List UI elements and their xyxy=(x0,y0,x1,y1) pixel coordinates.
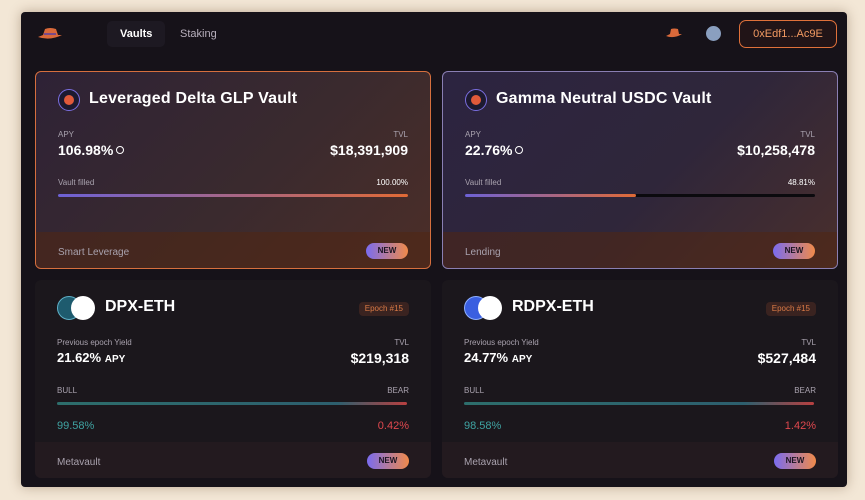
eth-token-icon xyxy=(71,296,95,320)
vault-filled-bar-fill xyxy=(58,194,408,197)
epoch-badge: Epoch #15 xyxy=(765,302,816,316)
usdc-vault-icon xyxy=(465,89,487,111)
yield-value-wrap: 21.62% APY xyxy=(57,350,125,365)
vault-category: Lending xyxy=(465,247,501,258)
apy-value-wrap: 106.98% xyxy=(58,142,125,158)
tvl-value: $527,484 xyxy=(757,350,816,366)
pair-title: DPX-ETH xyxy=(105,298,176,315)
pair-title: RDPX-ETH xyxy=(512,298,594,315)
bear-pct: 0.42% xyxy=(377,420,409,432)
tvl-label: TVL xyxy=(393,130,408,139)
bull-label: BULL xyxy=(57,386,78,395)
tvl-label: TVL xyxy=(800,130,815,139)
hat-logo-icon[interactable] xyxy=(37,26,63,40)
tab-vaults[interactable]: Vaults xyxy=(107,21,166,47)
vault-category: Metavault xyxy=(464,457,508,468)
yield-value-wrap: 24.77% APY xyxy=(464,350,532,365)
glp-vault-icon xyxy=(58,89,80,111)
vault-title: Leveraged Delta GLP Vault xyxy=(89,90,298,107)
pair-icons xyxy=(464,296,506,320)
vault-filled-pct: 48.81% xyxy=(787,178,815,187)
vault-filled-label: Vault filled xyxy=(58,178,95,187)
metavault-card-rdpx-eth[interactable]: RDPX-ETH Epoch #15 Previous epoch Yield … xyxy=(442,280,838,478)
tab-staking[interactable]: Staking xyxy=(167,21,230,47)
bull-pct: 99.58% xyxy=(57,420,95,432)
yield-value: 24.77% xyxy=(464,350,509,365)
tvl-value: $10,258,478 xyxy=(737,142,815,158)
info-icon[interactable] xyxy=(116,146,125,154)
card-footer: Metavault NEW xyxy=(442,442,838,478)
vault-card-gamma-neutral-usdc[interactable]: Gamma Neutral USDC Vault APY TVL 22.76% … xyxy=(442,71,838,269)
bull-bear-bar xyxy=(464,402,814,405)
bull-bear-bar xyxy=(57,402,407,405)
tvl-value: $18,391,909 xyxy=(330,142,408,158)
card-footer: Metavault NEW xyxy=(35,442,431,478)
card-footer: Lending NEW xyxy=(443,232,837,268)
epoch-badge: Epoch #15 xyxy=(358,302,409,316)
bear-label: BEAR xyxy=(387,386,409,395)
vault-title: Gamma Neutral USDC Vault xyxy=(496,90,712,107)
wallet-address-button[interactable]: 0xEdf1...Ac9E xyxy=(739,20,837,48)
metavault-card-dpx-eth[interactable]: DPX-ETH Epoch #15 Previous epoch Yield T… xyxy=(35,280,431,478)
apy-label: APY xyxy=(465,130,482,139)
app-window: Vaults Staking 0xEdf1...Ac9E Leveraged D… xyxy=(21,12,847,487)
tvl-value: $219,318 xyxy=(350,350,409,366)
vault-filled-bar xyxy=(465,194,815,197)
top-nav: Vaults Staking 0xEdf1...Ac9E xyxy=(21,12,847,56)
apy-value-wrap: 22.76% xyxy=(465,142,524,158)
yield-label: Previous epoch Yield xyxy=(57,338,132,347)
tvl-label: TVL xyxy=(394,338,409,347)
vault-category: Metavault xyxy=(57,457,101,468)
eth-token-icon xyxy=(478,296,502,320)
new-badge: NEW xyxy=(367,453,409,469)
vault-card-leveraged-delta-glp[interactable]: Leveraged Delta GLP Vault APY TVL 106.98… xyxy=(35,71,431,269)
hat-icon[interactable] xyxy=(665,27,683,39)
vault-category: Smart Leverage xyxy=(58,247,130,258)
card-footer: Smart Leverage NEW xyxy=(36,232,430,268)
new-badge: NEW xyxy=(774,453,816,469)
yield-label: Previous epoch Yield xyxy=(464,338,539,347)
yield-unit: APY xyxy=(104,354,126,365)
yield-value: 21.62% xyxy=(57,350,102,365)
vault-filled-bar xyxy=(58,194,408,197)
network-icon[interactable] xyxy=(706,26,721,41)
vault-filled-label: Vault filled xyxy=(465,178,502,187)
new-badge: NEW xyxy=(366,243,408,259)
info-icon[interactable] xyxy=(515,146,524,154)
vault-filled-bar-fill xyxy=(465,194,636,197)
vault-filled-pct: 100.00% xyxy=(376,178,408,187)
bear-label: BEAR xyxy=(794,386,816,395)
bear-pct: 1.42% xyxy=(784,420,816,432)
new-badge: NEW xyxy=(773,243,815,259)
bull-label: BULL xyxy=(464,386,485,395)
tvl-label: TVL xyxy=(801,338,816,347)
apy-value: 106.98% xyxy=(58,142,114,158)
apy-value: 22.76% xyxy=(465,142,513,158)
apy-label: APY xyxy=(58,130,75,139)
yield-unit: APY xyxy=(511,354,533,365)
bull-pct: 98.58% xyxy=(464,420,502,432)
pair-icons xyxy=(57,296,99,320)
